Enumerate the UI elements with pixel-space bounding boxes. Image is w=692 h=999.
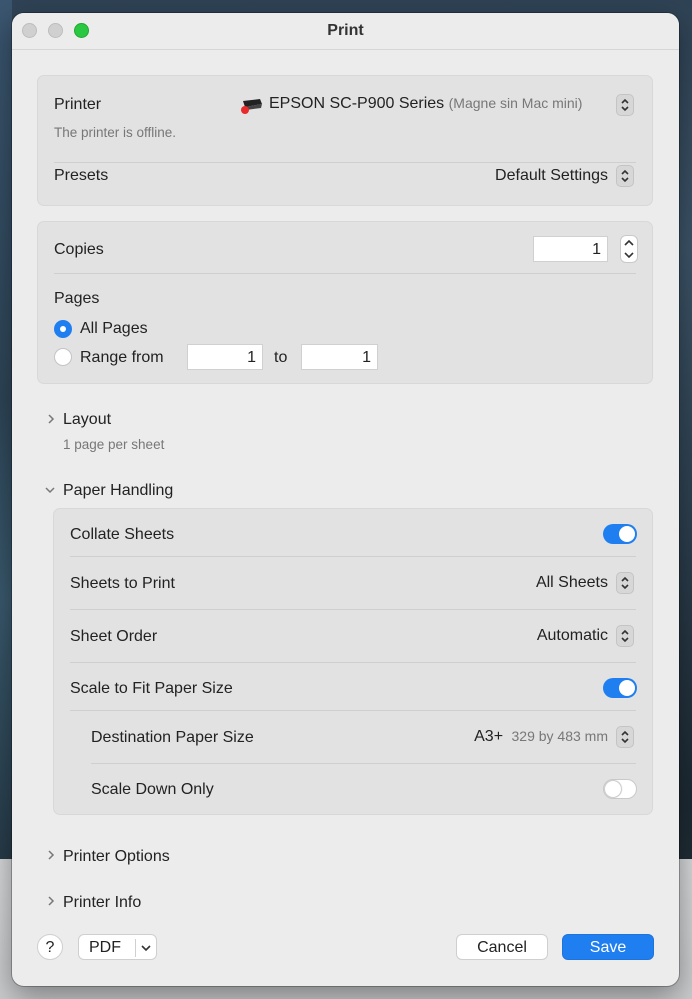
collate-label: Collate Sheets bbox=[70, 526, 175, 543]
paper-handling-label: Paper Handling bbox=[63, 482, 174, 499]
chevron-updown-icon bbox=[616, 165, 634, 187]
printer-popup-chevron bbox=[616, 94, 634, 116]
range-radio[interactable] bbox=[54, 348, 72, 366]
divider bbox=[91, 763, 636, 764]
presets-label: Presets bbox=[54, 167, 109, 184]
printer-options-label: Printer Options bbox=[63, 848, 170, 865]
dest-paper-label: Destination Paper Size bbox=[91, 729, 254, 746]
printer-info-label: Printer Info bbox=[63, 894, 142, 907]
paper-handling-disclosure[interactable]: Paper Handling bbox=[42, 479, 262, 503]
scale-down-toggle[interactable] bbox=[603, 779, 637, 799]
copies-label: Copies bbox=[54, 241, 104, 258]
printer-options-disclosure[interactable]: Printer Options bbox=[42, 845, 262, 869]
scale-fit-toggle[interactable] bbox=[603, 678, 637, 698]
divider bbox=[70, 556, 636, 557]
printer-panel: Printer The printer is offline. EPSON SC… bbox=[37, 75, 653, 206]
dest-paper-dims: 329 by 483 mm bbox=[511, 728, 609, 744]
chevron-down-icon bbox=[141, 945, 151, 952]
range-to-label: to bbox=[274, 349, 288, 366]
copies-field[interactable]: 1 bbox=[533, 236, 608, 262]
chevron-updown-icon bbox=[616, 726, 634, 748]
printer-popup[interactable]: EPSON SC-P900 Series (Magne sin Mac mini… bbox=[238, 92, 636, 118]
chevron-updown-icon bbox=[616, 625, 634, 647]
title-bar: Print bbox=[12, 13, 679, 50]
chevron-updown-icon bbox=[616, 572, 634, 594]
layout-label: Layout bbox=[63, 411, 112, 428]
printer-label: Printer bbox=[54, 96, 102, 113]
presets-value: Default Settings bbox=[495, 167, 608, 184]
help-button[interactable]: ? bbox=[37, 934, 63, 960]
divider bbox=[70, 710, 636, 711]
scale-down-label: Scale Down Only bbox=[91, 781, 214, 798]
range-from-label: Range from bbox=[80, 349, 164, 366]
window-title: Print bbox=[327, 22, 364, 39]
paper-handling-panel: Collate Sheets Sheets to Print All Sheet… bbox=[53, 508, 653, 815]
desktop-background bbox=[0, 0, 12, 999]
sheet-order-value: Automatic bbox=[536, 627, 608, 644]
sheets-to-print-label: Sheets to Print bbox=[70, 575, 175, 592]
chevron-right-icon bbox=[48, 414, 55, 424]
all-pages-radio[interactable] bbox=[54, 320, 72, 338]
save-button[interactable]: Save bbox=[562, 934, 654, 960]
chevron-down-icon bbox=[45, 487, 55, 494]
divider bbox=[70, 609, 636, 610]
pdf-menu-button[interactable]: PDF bbox=[78, 934, 157, 960]
divider bbox=[70, 662, 636, 663]
divider bbox=[54, 273, 636, 274]
copies-pages-panel: Copies 1 Pages All Pages Range from 1 to… bbox=[37, 221, 653, 384]
printer-icon bbox=[240, 97, 264, 120]
printer-location: (Magne sin Mac mini) bbox=[448, 95, 583, 111]
dest-paper-value: A3+ bbox=[474, 728, 504, 745]
layout-disclosure[interactable]: Layout bbox=[42, 409, 242, 433]
cancel-button[interactable]: Cancel bbox=[456, 934, 548, 960]
dest-paper-popup[interactable]: A3+ 329 by 483 mm bbox=[414, 724, 636, 750]
printer-status: The printer is offline. bbox=[54, 125, 177, 140]
divider bbox=[135, 939, 136, 957]
printer-info-disclosure[interactable]: Printer Info bbox=[42, 891, 262, 907]
print-dialog: Print Printer The printer is offline. EP… bbox=[12, 13, 679, 986]
printer-name: EPSON SC-P900 Series bbox=[269, 95, 445, 112]
presets-popup[interactable]: Default Settings bbox=[418, 163, 636, 189]
sheet-order-popup[interactable]: Automatic bbox=[454, 623, 636, 649]
scale-fit-label: Scale to Fit Paper Size bbox=[70, 680, 233, 697]
sheets-to-print-popup[interactable]: All Sheets bbox=[454, 570, 636, 596]
pages-label: Pages bbox=[54, 290, 100, 307]
collate-toggle[interactable] bbox=[603, 524, 637, 544]
chevron-right-icon bbox=[48, 896, 55, 906]
layout-summary: 1 page per sheet bbox=[63, 437, 165, 452]
sheet-order-label: Sheet Order bbox=[70, 628, 158, 645]
chevron-right-icon bbox=[48, 850, 55, 860]
sheets-to-print-value: All Sheets bbox=[535, 574, 608, 591]
range-to-field[interactable]: 1 bbox=[301, 344, 378, 370]
pdf-label: PDF bbox=[89, 939, 121, 956]
all-pages-label: All Pages bbox=[80, 320, 148, 337]
range-from-field[interactable]: 1 bbox=[187, 344, 263, 370]
copies-stepper[interactable] bbox=[620, 235, 638, 263]
